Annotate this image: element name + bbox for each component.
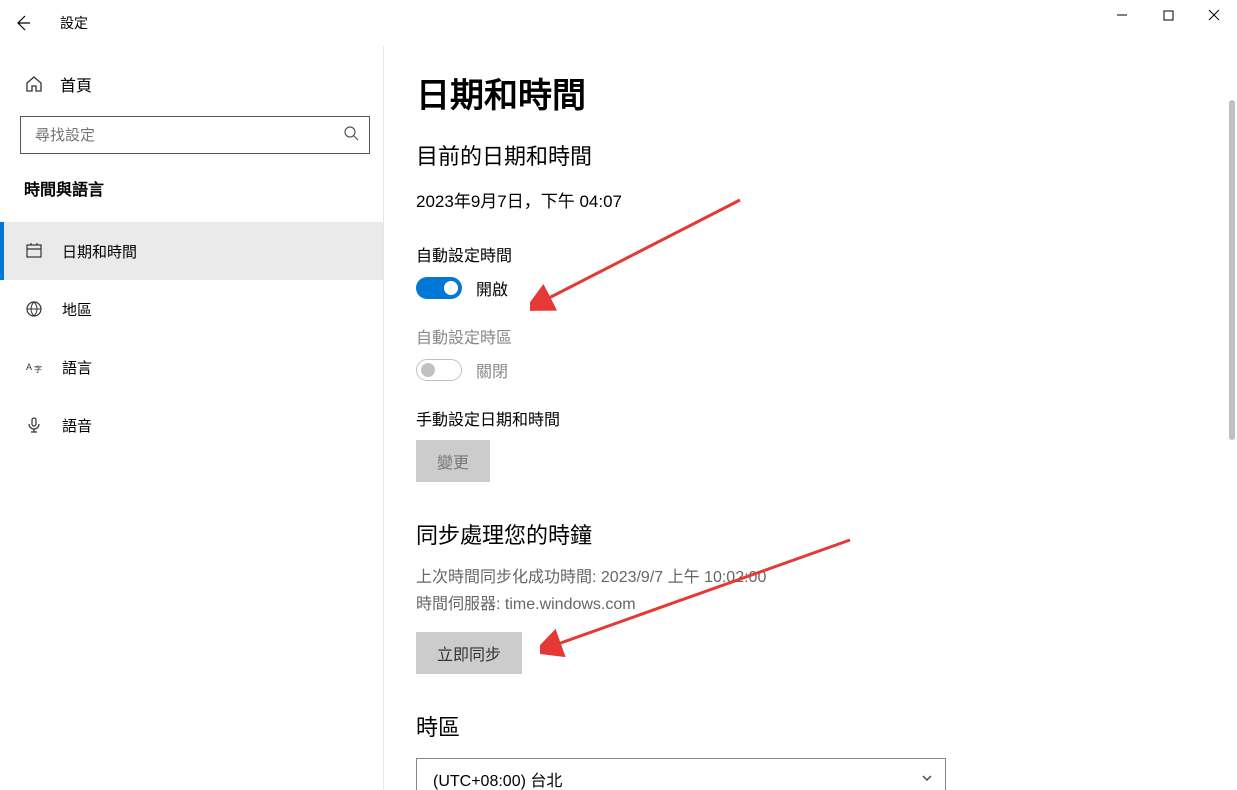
- arrow-left-icon: [15, 15, 31, 31]
- scrollbar-thumb[interactable]: [1229, 100, 1235, 440]
- minimize-icon: [1116, 9, 1128, 21]
- calendar-clock-icon: [24, 242, 44, 260]
- window-title: 設定: [60, 13, 88, 33]
- timezone-selected: (UTC+08:00) 台北: [433, 767, 562, 790]
- auto-time-toggle[interactable]: [416, 277, 462, 299]
- svg-text:A: A: [26, 362, 32, 372]
- auto-timezone-state: 關閉: [476, 358, 508, 382]
- nav-item-datetime[interactable]: 日期和時間: [0, 222, 383, 280]
- auto-time-label: 自動設定時間: [416, 242, 1205, 266]
- nav-item-region[interactable]: 地區: [0, 280, 383, 338]
- time-server-text: 時間伺服器: time.windows.com: [416, 591, 1205, 618]
- sync-now-button[interactable]: 立即同步: [416, 632, 522, 674]
- home-icon: [24, 75, 44, 93]
- nav-label: 日期和時間: [62, 241, 137, 262]
- svg-text:字: 字: [34, 364, 42, 374]
- chevron-down-icon: [921, 772, 933, 787]
- microphone-icon: [24, 416, 44, 434]
- manual-datetime-label: 手動設定日期和時間: [416, 406, 1205, 430]
- nav-label: 語音: [62, 415, 92, 436]
- scrollbar[interactable]: [1227, 46, 1237, 770]
- sidebar-group-title: 時間與語言: [0, 170, 383, 222]
- language-icon: A字: [24, 358, 44, 376]
- search-box[interactable]: [20, 116, 370, 154]
- home-link[interactable]: 首頁: [0, 64, 383, 104]
- last-sync-text: 上次時間同步化成功時間: 2023/9/7 上午 10:02:00: [416, 564, 1205, 591]
- timezone-heading: 時區: [416, 710, 1205, 742]
- close-button[interactable]: [1191, 0, 1237, 30]
- auto-timezone-toggle: [416, 359, 462, 381]
- home-label: 首頁: [60, 72, 92, 96]
- nav-item-language[interactable]: A字 語言: [0, 338, 383, 396]
- nav-label: 語言: [62, 357, 92, 378]
- maximize-icon: [1163, 10, 1174, 21]
- auto-time-state: 開啟: [476, 276, 508, 300]
- maximize-button[interactable]: [1145, 0, 1191, 30]
- nav-item-speech[interactable]: 語音: [0, 396, 383, 454]
- nav-label: 地區: [62, 299, 92, 320]
- current-datetime-heading: 目前的日期和時間: [416, 139, 1205, 171]
- close-icon: [1208, 9, 1220, 21]
- sync-clock-heading: 同步處理您的時鐘: [416, 518, 1205, 550]
- timezone-dropdown[interactable]: (UTC+08:00) 台北: [416, 758, 946, 790]
- change-datetime-button: 變更: [416, 440, 490, 482]
- minimize-button[interactable]: [1099, 0, 1145, 30]
- back-button[interactable]: [0, 0, 46, 46]
- search-input[interactable]: [21, 117, 369, 153]
- current-datetime-value: 2023年9月7日，下午 04:07: [416, 187, 1205, 212]
- globe-icon: [24, 300, 44, 318]
- auto-timezone-label: 自動設定時區: [416, 324, 1205, 348]
- page-title: 日期和時間: [416, 68, 1205, 117]
- search-icon: [343, 125, 359, 145]
